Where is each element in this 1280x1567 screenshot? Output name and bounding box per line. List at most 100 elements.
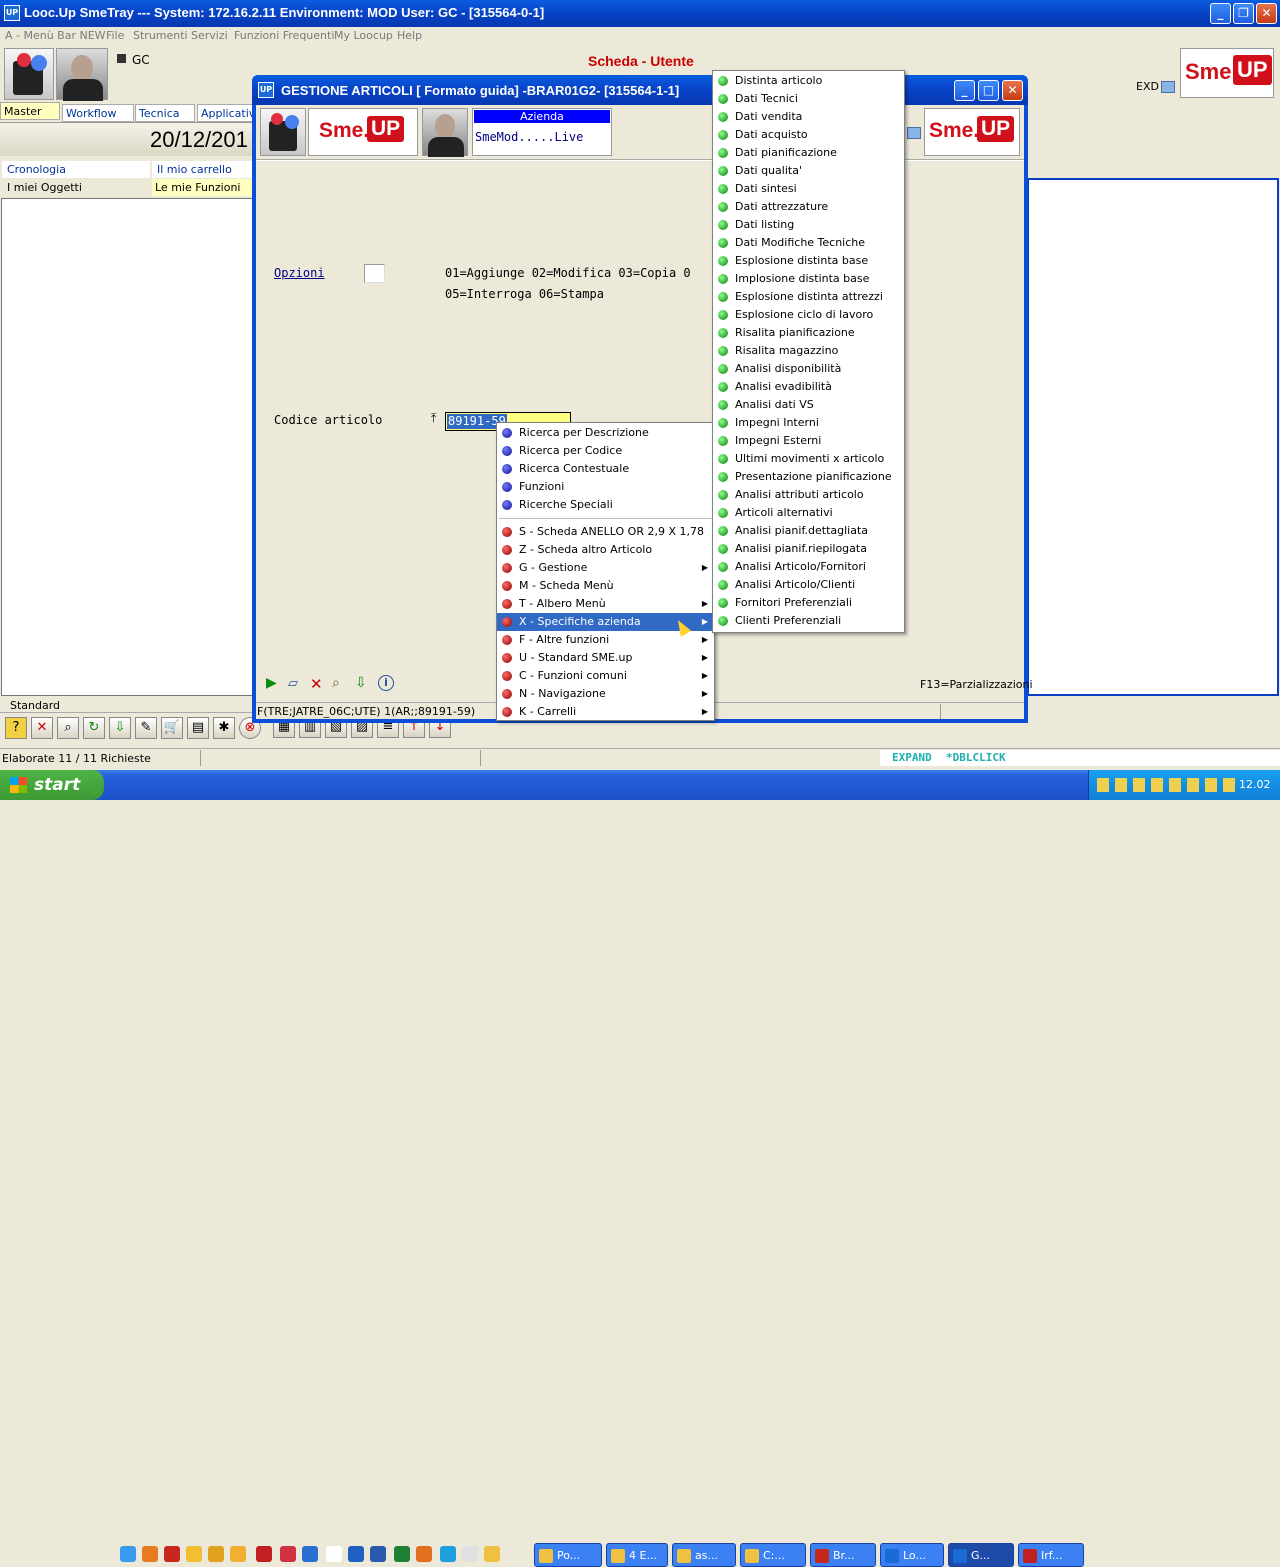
taskbar-task-irf[interactable]: Irf... xyxy=(1018,1543,1084,1567)
tray-icons[interactable] xyxy=(1097,778,1237,792)
outlook-icon[interactable] xyxy=(348,1546,364,1562)
submenu-item-impegni-interni[interactable]: Impegni Interni xyxy=(713,414,904,432)
submenu-item-articoli-alternativi[interactable]: Articoli alternativi xyxy=(713,504,904,522)
submenu-item-presentazione-pianificazione[interactable]: Presentazione pianificazione xyxy=(713,468,904,486)
menu-item-n-navigazione[interactable]: N - Navigazione ▶ xyxy=(497,685,714,703)
dialog-app-icon[interactable]: UP xyxy=(258,82,274,98)
submenu-item-dati-acquisto[interactable]: Dati acquisto xyxy=(713,126,904,144)
cancel-icon[interactable]: ✕ xyxy=(310,675,323,693)
submenu-item-analisi-dati-vs[interactable]: Analisi dati VS xyxy=(713,396,904,414)
link-le-mie-funzioni[interactable]: Le mie Funzioni xyxy=(152,179,256,196)
taskbar-task-c[interactable]: C:... xyxy=(740,1543,806,1567)
menu-item-m-scheda-men[interactable]: M - Scheda Menù xyxy=(497,577,714,595)
submenu-item-esplosione-ciclo-di-lavoro[interactable]: Esplosione ciclo di lavoro xyxy=(713,306,904,324)
menu-item-k-carrelli[interactable]: K - Carrelli ▶ xyxy=(497,703,714,721)
word-icon[interactable] xyxy=(370,1546,386,1562)
mail-icon[interactable] xyxy=(208,1546,224,1562)
submenu-item-esplosione-distinta-base[interactable]: Esplosione distinta base xyxy=(713,252,904,270)
taskbar-task-lo[interactable]: Lo... xyxy=(880,1543,944,1567)
submenu-item-fornitori-preferenziali[interactable]: Fornitori Preferenziali xyxy=(713,594,904,612)
submenu-item-clienti-preferenziali[interactable]: Clienti Preferenziali xyxy=(713,612,904,630)
link-il-mio-carrello[interactable]: Il mio carrello xyxy=(152,161,256,178)
dialog-folder-icon[interactable] xyxy=(907,127,921,139)
dialog-maximize-button[interactable]: □ xyxy=(978,80,999,101)
ie-icon[interactable] xyxy=(120,1546,136,1562)
menu-item-s-scheda-anello-or-2-9-x-1-78[interactable]: S - Scheda ANELLO OR 2,9 X 1,78 xyxy=(497,523,714,541)
export-icon[interactable]: ⇩ xyxy=(109,717,131,739)
submenu-item-dati-tecnici[interactable]: Dati Tecnici xyxy=(713,90,904,108)
pdf-icon[interactable] xyxy=(164,1546,180,1562)
submenu-item-dati-sintesi[interactable]: Dati sintesi xyxy=(713,180,904,198)
cart-icon[interactable]: 🛒 xyxy=(161,717,183,739)
submenu-item-implosione-distinta-base[interactable]: Implosione distinta base xyxy=(713,270,904,288)
tab-applicativ[interactable]: Applicativ xyxy=(197,104,257,122)
menu-item-ricerche-speciali[interactable]: Ricerche Speciali xyxy=(497,496,714,514)
maximize-button[interactable]: ❐ xyxy=(1233,3,1254,24)
chart-icon[interactable]: ▤ xyxy=(187,717,209,739)
dialog-close-button[interactable]: ✕ xyxy=(1002,80,1023,101)
menu-item-ricerca-per-descrizione[interactable]: Ricerca per Descrizione xyxy=(497,424,714,442)
tab-tecnica[interactable]: Tecnica xyxy=(135,104,195,122)
submenu-item-risalita-pianificazione[interactable]: Risalita pianificazione xyxy=(713,324,904,342)
options-input[interactable] xyxy=(364,264,385,283)
taskbar-task-g-active[interactable]: G... xyxy=(948,1543,1014,1567)
menu-item-menubar[interactable]: A - Menù Bar NEW xyxy=(5,29,106,42)
taskbar-task-br[interactable]: Br... xyxy=(810,1543,876,1567)
skype-icon[interactable] xyxy=(440,1546,456,1562)
submenu-item-ultimi-movimenti-x-articolo[interactable]: Ultimi movimenti x articolo xyxy=(713,450,904,468)
menu-item-u-standard-sme-up[interactable]: U - Standard SME.up ▶ xyxy=(497,649,714,667)
menu-item-strumenti[interactable]: Strumenti xyxy=(133,29,188,42)
menu-item-ricerca-contestuale[interactable]: Ricerca Contestuale xyxy=(497,460,714,478)
start-button[interactable]: start xyxy=(0,770,104,800)
submenu-item-dati-modifiche-tecniche[interactable]: Dati Modifiche Tecniche xyxy=(713,234,904,252)
help-icon[interactable]: ? xyxy=(5,717,27,739)
delete-icon[interactable]: ✕ xyxy=(31,717,53,739)
submenu-item-distinta-articolo[interactable]: Distinta articolo xyxy=(713,72,904,90)
submenu-item-dati-pianificazione[interactable]: Dati pianificazione xyxy=(713,144,904,162)
disc-icon[interactable] xyxy=(302,1546,318,1562)
submenu-item-dati-attrezzature[interactable]: Dati attrezzature xyxy=(713,198,904,216)
app-icon[interactable]: UP xyxy=(4,5,20,21)
menu-item-g-gestione[interactable]: G - Gestione ▶ xyxy=(497,559,714,577)
tab-master[interactable]: Master xyxy=(0,102,60,120)
options-link[interactable]: Opzioni xyxy=(274,266,325,280)
menu-item-servizi[interactable]: Servizi xyxy=(191,29,228,42)
link-cronologia[interactable]: Cronologia xyxy=(2,161,150,178)
shop-icon[interactable] xyxy=(484,1546,500,1562)
menu-item-file[interactable]: File xyxy=(106,29,124,42)
menu-item-t-albero-men[interactable]: T - Albero Menù ▶ xyxy=(497,595,714,613)
eraser-icon[interactable]: ▱ xyxy=(288,676,298,691)
chat-icon[interactable] xyxy=(230,1546,246,1562)
taskbar-task-explorer[interactable]: 4 E... xyxy=(606,1543,668,1567)
link-i-miei-oggetti[interactable]: I miei Oggetti xyxy=(2,179,150,196)
submenu-item-analisi-attributi-articolo[interactable]: Analisi attributi articolo xyxy=(713,486,904,504)
exd-icon[interactable] xyxy=(1161,81,1175,93)
menu-item-ricerca-per-codice[interactable]: Ricerca per Codice xyxy=(497,442,714,460)
notes-icon[interactable]: ✎ xyxy=(135,717,157,739)
refresh-icon[interactable]: ↻ xyxy=(83,717,105,739)
menu-item-z-scheda-altro-articolo[interactable]: Z - Scheda altro Articolo xyxy=(497,541,714,559)
confirm-icon[interactable]: ▶ xyxy=(266,675,277,691)
tab-workflow[interactable]: Workflow xyxy=(62,104,134,122)
submenu-item-dati-qualita[interactable]: Dati qualita' xyxy=(713,162,904,180)
submenu-item-analisi-articolo-clienti[interactable]: Analisi Articolo/Clienti xyxy=(713,576,904,594)
submenu-item-esplosione-distinta-attrezzi[interactable]: Esplosione distinta attrezzi xyxy=(713,288,904,306)
dialog-minimize-button[interactable]: _ xyxy=(954,80,975,101)
submenu-item-analisi-pianif-riepilogata[interactable]: Analisi pianif.riepilogata xyxy=(713,540,904,558)
firefox-icon[interactable] xyxy=(142,1546,158,1562)
export-green-icon[interactable]: ⇩ xyxy=(355,675,367,691)
taskbar-task-po[interactable]: Po... xyxy=(534,1543,602,1567)
submenu-item-analisi-evadibilit[interactable]: Analisi evadibilità xyxy=(713,378,904,396)
close-button[interactable]: ✕ xyxy=(1256,3,1277,24)
submenu-item-impegni-esterni[interactable]: Impegni Esterni xyxy=(713,432,904,450)
submenu-item-risalita-magazzino[interactable]: Risalita magazzino xyxy=(713,342,904,360)
submenu-item-dati-listing[interactable]: Dati listing xyxy=(713,216,904,234)
minimize-button[interactable]: _ xyxy=(1210,3,1231,24)
find-icon[interactable]: ⌕ xyxy=(332,675,340,691)
submenu-item-analisi-pianif-dettagliata[interactable]: Analisi pianif.dettagliata xyxy=(713,522,904,540)
clock-icon[interactable] xyxy=(186,1546,202,1562)
submenu-item-dati-vendita[interactable]: Dati vendita xyxy=(713,108,904,126)
menu-item-my-loocup[interactable]: My Loocup xyxy=(334,29,393,42)
taskbar-task-as[interactable]: as... xyxy=(672,1543,736,1567)
filezilla-icon[interactable] xyxy=(256,1546,272,1562)
